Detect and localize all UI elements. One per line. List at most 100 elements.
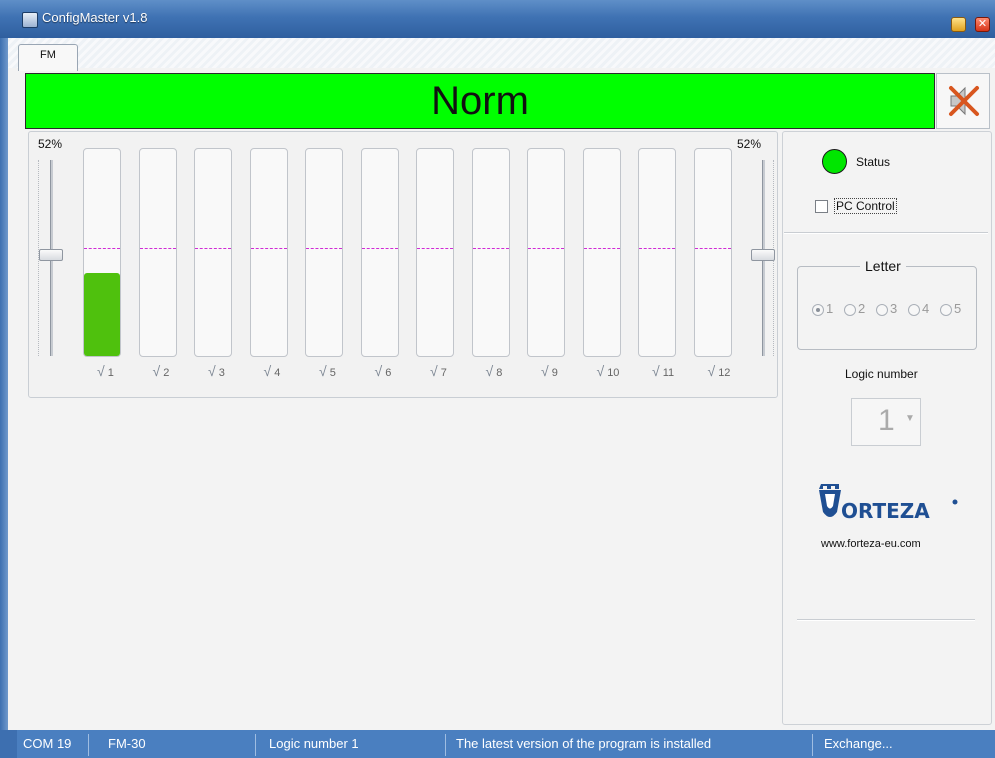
channel-checkbox-11[interactable]: √ 11 — [652, 363, 674, 379]
checkmark-icon: √ — [374, 363, 383, 379]
letter-radio-label: 1 — [826, 301, 834, 316]
minimize-button[interactable] — [951, 17, 966, 32]
threshold-line — [195, 248, 231, 249]
channel-checkbox-8[interactable]: √ 8 — [486, 363, 503, 379]
checkmark-icon: √ — [541, 363, 549, 379]
channel-label: 2 — [163, 367, 170, 379]
channel-bar-1 — [83, 148, 121, 357]
checkmark-icon: √ — [430, 363, 438, 379]
channel-checkbox-2[interactable]: √ 2 — [153, 363, 170, 379]
right-slider-thumb[interactable] — [751, 249, 775, 261]
channel-label: 7 — [440, 367, 447, 379]
tab-fm[interactable]: FM — [18, 44, 78, 71]
checkmark-icon: √ — [319, 363, 327, 379]
letter-radio-1[interactable] — [812, 304, 824, 316]
channel-bar-9 — [527, 148, 565, 357]
channel-label: 12 — [718, 367, 731, 379]
channel-checkbox-4[interactable]: √ 4 — [264, 363, 281, 379]
chevron-down-icon: ▼ — [905, 413, 915, 424]
channel-level-fill — [84, 273, 120, 356]
channel-checkbox-5[interactable]: √ 5 — [319, 363, 336, 379]
threshold-line — [306, 248, 342, 249]
channel-label: 11 — [662, 367, 675, 379]
channel-label: 8 — [496, 367, 503, 379]
channel-label: 9 — [551, 367, 558, 379]
channel-checkbox-10[interactable]: √ 10 — [597, 363, 620, 379]
letter-radio-3[interactable] — [876, 304, 888, 316]
pc-control-label[interactable]: PC Control — [834, 198, 897, 214]
channel-bar-8 — [471, 148, 510, 357]
status-port: COM 19 — [23, 736, 72, 751]
channel-checkbox-1[interactable]: √ 1 — [97, 363, 114, 379]
close-button[interactable]: ✕ — [975, 17, 990, 32]
letter-radio-5[interactable] — [940, 304, 952, 316]
checkmark-icon: √ — [707, 363, 716, 379]
threshold-line — [528, 248, 564, 249]
letter-title: Letter — [860, 258, 906, 274]
window-title: ConfigMaster v1.8 — [42, 10, 148, 25]
status-bar: COM 19 FM-30 Logic number 1 The latest v… — [17, 730, 995, 758]
status-divider — [445, 734, 446, 756]
checkmark-icon: √ — [485, 363, 494, 379]
letter-radio-4[interactable] — [908, 304, 920, 316]
channel-bar-5 — [305, 148, 343, 357]
status-divider — [255, 734, 256, 756]
channel-label: 3 — [218, 367, 225, 379]
forteza-logo: ORTEZA — [819, 484, 958, 523]
channel-bar-4 — [249, 148, 288, 357]
separator — [797, 619, 975, 621]
tab-strip — [8, 38, 995, 68]
letter-radio-2[interactable] — [844, 304, 856, 316]
website-url: www.forteza-eu.com — [821, 538, 921, 550]
status-logic-number: Logic number 1 — [269, 736, 359, 751]
status-label: Status — [856, 155, 891, 169]
svg-text:ORTEZA: ORTEZA — [841, 499, 930, 523]
channel-checkbox-9[interactable]: √ 9 — [541, 363, 558, 379]
letter-radio-label: 4 — [922, 301, 930, 316]
threshold-line — [139, 248, 176, 249]
threshold-line — [583, 248, 620, 249]
checkmark-icon: √ — [152, 363, 161, 379]
threshold-line — [361, 248, 398, 249]
title-bar[interactable]: ConfigMaster v1.8 ✕ — [0, 0, 995, 38]
status-exchange[interactable]: Exchange... — [824, 736, 893, 751]
right-percent-label: 52% — [737, 137, 762, 151]
threshold-line — [694, 248, 731, 249]
channel-label: 1 — [107, 367, 114, 379]
logic-number-select[interactable]: 1 ▼ — [851, 398, 921, 446]
checkmark-icon: √ — [97, 363, 105, 379]
letter-radio-label: 5 — [954, 301, 962, 316]
threshold-line — [84, 248, 120, 249]
checkmark-icon: √ — [652, 363, 660, 379]
channel-bar-11 — [638, 148, 676, 357]
channel-checkbox-6[interactable]: √ 6 — [375, 363, 392, 379]
channel-label: 10 — [607, 367, 620, 379]
channel-checkbox-3[interactable]: √ 3 — [208, 363, 225, 379]
channel-bar-3 — [194, 148, 232, 357]
logic-number-value: 1 — [878, 404, 895, 437]
channel-bar-2 — [138, 148, 177, 357]
channel-bar-10 — [582, 148, 621, 357]
checkmark-icon: √ — [208, 363, 216, 379]
status-banner: Norm — [25, 73, 935, 129]
channel-checkbox-7[interactable]: √ 7 — [430, 363, 447, 379]
threshold-line — [472, 248, 509, 249]
channel-label: 6 — [385, 367, 392, 379]
threshold-line — [639, 248, 675, 249]
mute-button[interactable] — [936, 73, 990, 129]
threshold-line — [250, 248, 287, 249]
app-icon — [22, 12, 38, 28]
channel-checkbox-12[interactable]: √ 12 — [708, 363, 731, 379]
status-indicator — [822, 149, 847, 174]
logic-number-label: Logic number — [845, 367, 918, 381]
separator — [784, 232, 988, 234]
left-percent-label: 52% — [38, 137, 63, 151]
channel-label: 5 — [329, 367, 336, 379]
window-frame — [0, 730, 17, 758]
left-slider-thumb[interactable] — [39, 249, 63, 261]
status-divider — [812, 734, 813, 756]
pc-control-checkbox[interactable] — [815, 200, 828, 213]
threshold-line — [417, 248, 453, 249]
status-message: The latest version of the program is ins… — [456, 736, 712, 751]
checkmark-icon: √ — [596, 363, 605, 379]
